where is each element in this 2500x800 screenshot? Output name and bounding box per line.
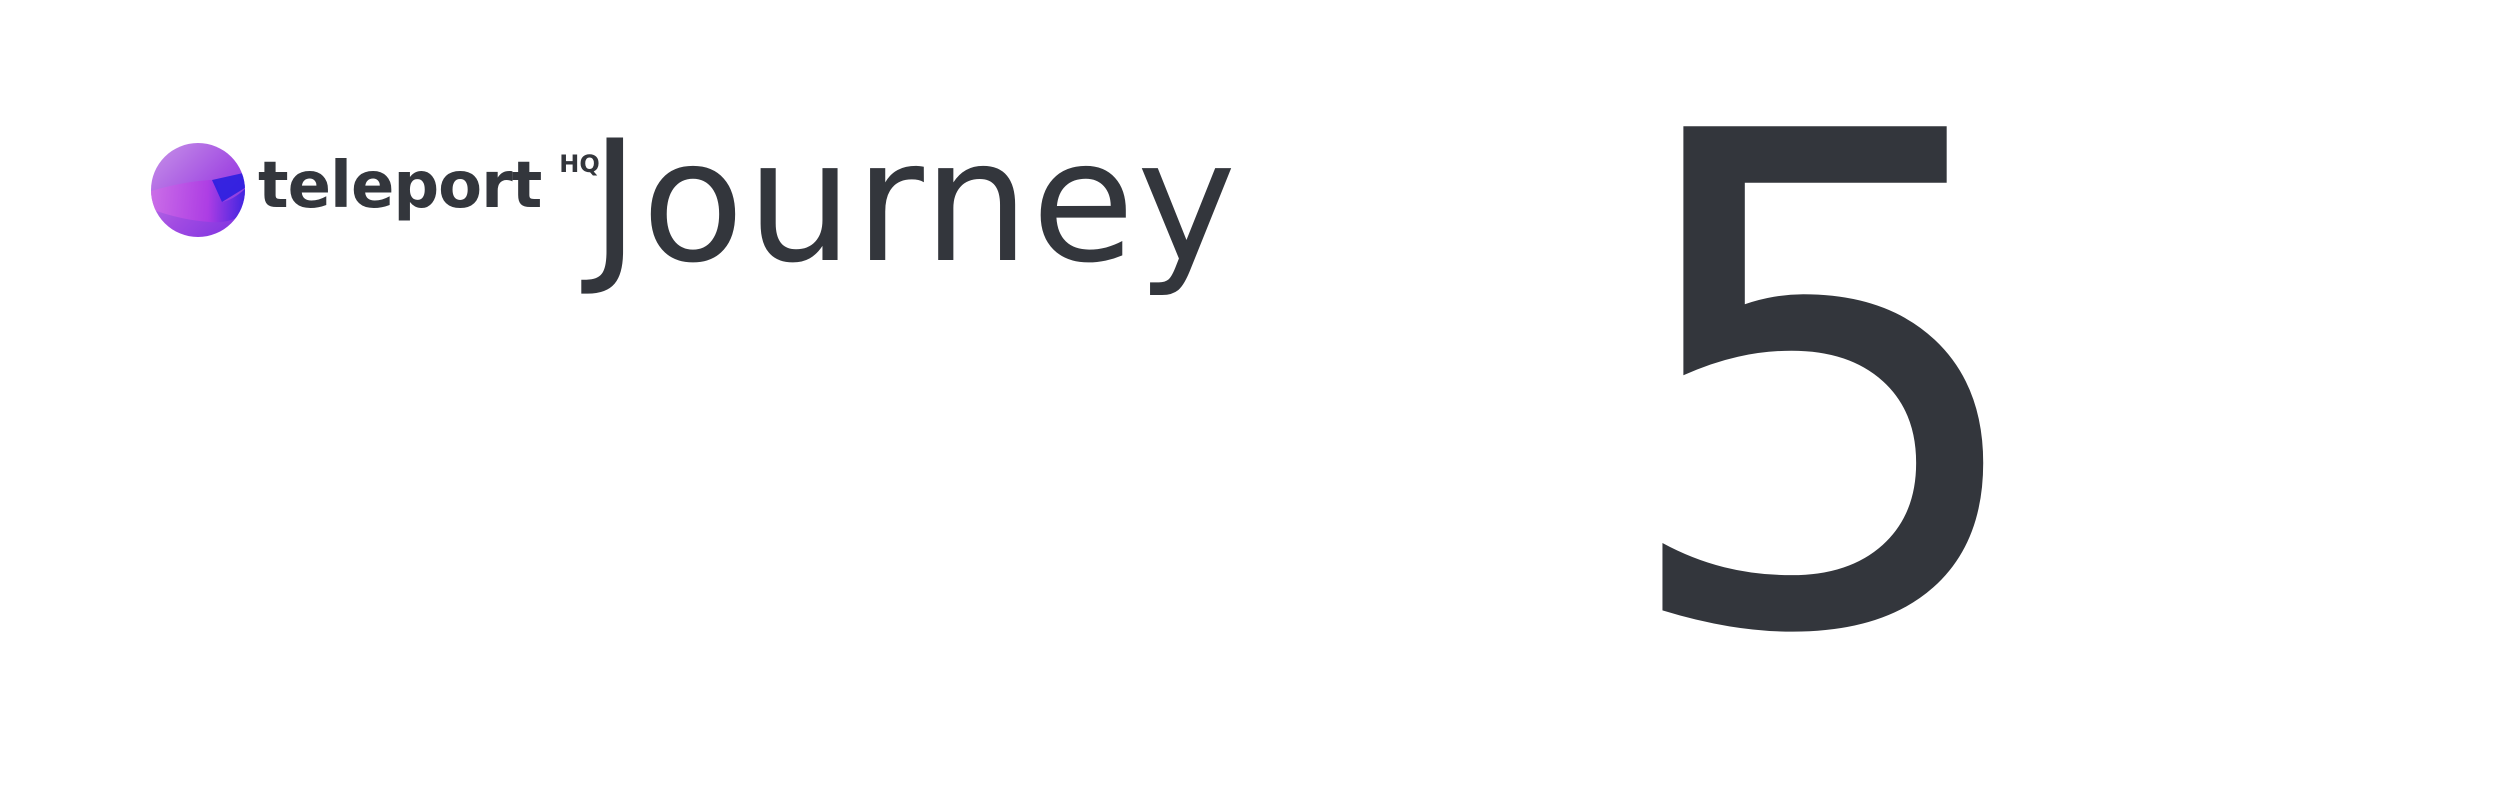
slide-number: 5 bbox=[1610, 0, 2043, 783]
teleporthq-logo: teleport HQ bbox=[150, 140, 600, 240]
slide: teleport HQ Journey 5 bbox=[0, 0, 2500, 800]
logo-wordmark: teleport bbox=[258, 149, 542, 223]
teleport-orb-icon bbox=[151, 143, 245, 237]
slide-title: Journey bbox=[590, 104, 1239, 300]
